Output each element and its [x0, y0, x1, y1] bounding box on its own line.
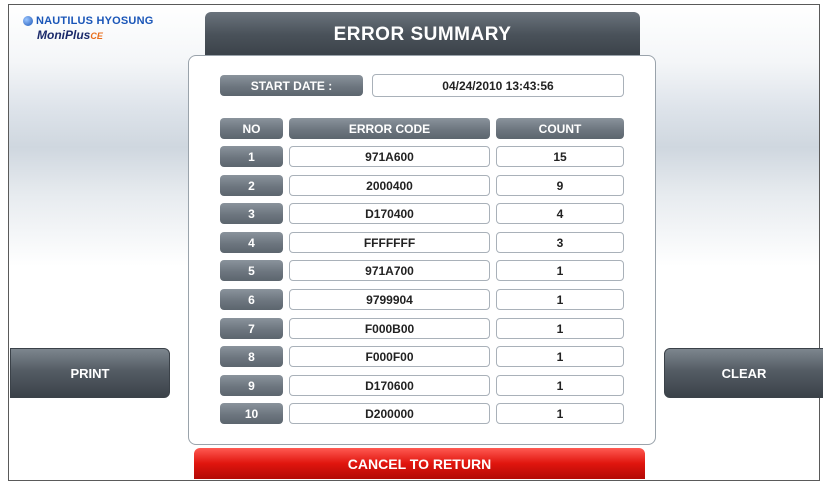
count-cell: 15 — [496, 146, 624, 167]
error-code-cell: 971A600 — [289, 146, 490, 167]
page-title: ERROR SUMMARY — [205, 12, 640, 57]
error-code-cell: F000F00 — [289, 346, 490, 367]
count-cell: 1 — [496, 318, 624, 339]
error-code-cell: 9799904 — [289, 289, 490, 310]
globe-icon — [23, 16, 33, 26]
header-count: COUNT — [496, 118, 624, 139]
row-number: 5 — [220, 260, 283, 281]
row-number: 10 — [220, 403, 283, 424]
company-name: NAUTILUS HYOSUNG — [36, 15, 154, 27]
row-number: 1 — [220, 146, 283, 167]
error-code-cell: FFFFFFF — [289, 232, 490, 253]
row-number: 6 — [220, 289, 283, 310]
row-number: 2 — [220, 175, 283, 196]
product-name: MoniPlus — [37, 28, 91, 42]
row-number: 9 — [220, 375, 283, 396]
count-cell: 1 — [496, 403, 624, 424]
count-cell: 1 — [496, 375, 624, 396]
count-cell: 1 — [496, 346, 624, 367]
start-date-value: 04/24/2010 13:43:56 — [372, 74, 624, 97]
row-number: 4 — [220, 232, 283, 253]
error-code-cell: D170600 — [289, 375, 490, 396]
error-code-cell: F000B00 — [289, 318, 490, 339]
product-suffix: CE — [90, 31, 103, 41]
error-code-cell: 971A700 — [289, 260, 490, 281]
count-cell: 9 — [496, 175, 624, 196]
row-number: 8 — [220, 346, 283, 367]
clear-button[interactable]: CLEAR — [664, 348, 823, 398]
error-code-cell: D200000 — [289, 403, 490, 424]
count-cell: 4 — [496, 203, 624, 224]
error-code-cell: D170400 — [289, 203, 490, 224]
cancel-to-return-button[interactable]: CANCEL TO RETURN — [194, 448, 645, 479]
brand-logo: NAUTILUS HYOSUNG MoniPlusCE — [23, 15, 153, 42]
header-error-code: ERROR CODE — [289, 118, 490, 139]
row-number: 3 — [220, 203, 283, 224]
count-cell: 1 — [496, 260, 624, 281]
print-button[interactable]: PRINT — [10, 348, 170, 398]
error-code-cell: 2000400 — [289, 175, 490, 196]
row-number: 7 — [220, 318, 283, 339]
count-cell: 3 — [496, 232, 624, 253]
count-cell: 1 — [496, 289, 624, 310]
start-date-label: START DATE : — [220, 75, 363, 96]
header-no: NO — [220, 118, 283, 139]
